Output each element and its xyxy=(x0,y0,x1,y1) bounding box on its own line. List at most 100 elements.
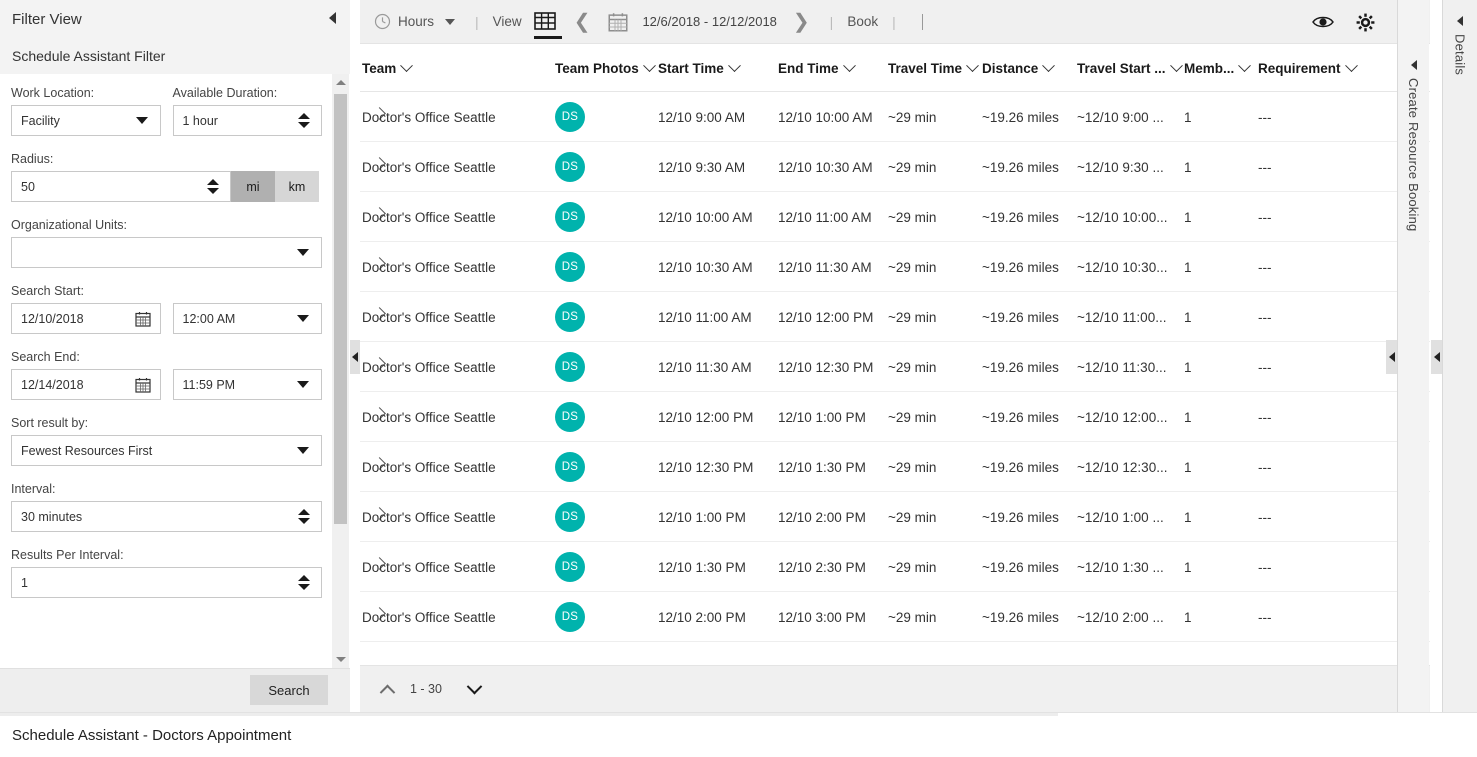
book-button[interactable]: Book xyxy=(843,0,882,44)
chevron-down-icon[interactable] xyxy=(1344,58,1358,72)
table-row[interactable]: Doctor's Office Seattle DS 12/10 11:30 AM 1… xyxy=(360,342,1430,392)
column-header-team[interactable]: Team xyxy=(362,44,414,92)
chevron-down-icon[interactable] xyxy=(966,58,979,72)
calendar-icon[interactable] xyxy=(134,311,151,327)
column-header-end-time[interactable]: End Time xyxy=(778,44,856,92)
chevron-down-icon[interactable] xyxy=(727,58,741,72)
search-end-date-input[interactable]: 12/14/2018 xyxy=(11,369,161,400)
chevron-left-icon[interactable] xyxy=(1410,60,1417,70)
avatar-initials: DS xyxy=(555,202,585,232)
chevron-down-icon xyxy=(297,315,309,322)
stepper-arrows-icon[interactable] xyxy=(298,575,310,590)
stepper-arrows-icon[interactable] xyxy=(298,113,310,128)
table-row[interactable]: Doctor's Office Seattle DS 12/10 12:30 PM 1… xyxy=(360,442,1430,492)
grid-toolbar: Hours | View ❮ 12/6/2018 - 12/12/2018 ❯ … xyxy=(360,0,1430,44)
grid-view-active-indicator xyxy=(533,35,562,39)
table-row[interactable]: Doctor's Office Seattle DS 12/10 12:00 PM 1… xyxy=(360,392,1430,442)
scrollbar-thumb[interactable] xyxy=(334,94,347,524)
column-header-distance[interactable]: Distance xyxy=(982,44,1056,92)
cell-travel-time: ~29 min xyxy=(888,159,937,175)
avatar-initials: DS xyxy=(555,452,585,482)
next-period-button[interactable]: ❯ xyxy=(783,12,820,32)
create-resource-booking-tab[interactable]: Create Resource Booking xyxy=(1397,0,1429,712)
interval-stepper[interactable]: 30 minutes xyxy=(11,501,322,532)
column-header-start-time[interactable]: Start Time xyxy=(658,44,741,92)
avatar: DS xyxy=(555,492,585,542)
cell-team: Doctor's Office Seattle xyxy=(362,309,496,325)
schedule-assistant-filter-label: Schedule Assistant Filter xyxy=(12,48,166,64)
sort-result-by-select[interactable]: Fewest Resources First xyxy=(11,435,322,466)
previous-page-button[interactable] xyxy=(372,674,402,704)
date-range-label[interactable]: 12/6/2018 - 12/12/2018 xyxy=(636,14,782,29)
filter-panel-footer: Search xyxy=(0,668,350,712)
schedule-results-panel: Hours | View ❮ 12/6/2018 - 12/12/2018 ❯ … xyxy=(360,0,1430,712)
available-duration-stepper[interactable]: 1 hour xyxy=(172,105,322,136)
chevron-down-icon[interactable] xyxy=(1169,58,1183,72)
results-per-interval-stepper[interactable]: 1 xyxy=(11,567,322,598)
chevron-down-icon[interactable] xyxy=(842,58,856,72)
schedule-assistant-app: Filter View Schedule Assistant Filter Wo… xyxy=(0,0,1477,757)
table-row[interactable]: Doctor's Office Seattle DS 12/10 11:00 AM 1… xyxy=(360,292,1430,342)
toolbar-separator: | xyxy=(892,13,896,30)
calendar-icon[interactable] xyxy=(134,377,151,393)
table-row[interactable]: Doctor's Office Seattle DS 12/10 1:30 PM 12… xyxy=(360,542,1430,592)
scroll-down-icon[interactable] xyxy=(332,651,349,668)
chevron-down-icon[interactable] xyxy=(400,58,414,72)
collapse-filter-panel-handle[interactable] xyxy=(350,340,360,374)
cell-distance: ~19.26 miles xyxy=(982,409,1059,425)
cell-distance: ~19.26 miles xyxy=(982,509,1059,525)
table-row[interactable]: Doctor's Office Seattle DS 12/10 2:00 PM 12… xyxy=(360,592,1430,642)
table-row[interactable]: Doctor's Office Seattle DS 12/10 10:30 AM 1… xyxy=(360,242,1430,292)
cell-distance: ~19.26 miles xyxy=(982,609,1059,625)
expand-details-handle[interactable] xyxy=(1431,340,1442,374)
unit-km-button[interactable]: km xyxy=(275,171,319,202)
table-row[interactable]: Doctor's Office Seattle DS 12/10 10:00 AM 1… xyxy=(360,192,1430,242)
cell-distance: ~19.26 miles xyxy=(982,359,1059,375)
next-page-button[interactable] xyxy=(460,674,490,704)
table-row[interactable]: Doctor's Office Seattle DS 12/10 9:00 AM 12… xyxy=(360,92,1430,142)
avatar-initials: DS xyxy=(555,302,585,332)
stepper-arrows-icon[interactable] xyxy=(298,509,310,524)
avatar-initials: DS xyxy=(555,352,585,382)
grid-header-row: Team Team Photos Start Time End Time Travel … xyxy=(360,44,1430,92)
view-label: View xyxy=(489,0,526,44)
expand-create-resource-booking-handle[interactable] xyxy=(1386,340,1397,374)
grid-pager: 1 - 30 xyxy=(360,665,1430,712)
column-header-travel-time[interactable]: Travel Time xyxy=(888,44,979,92)
collapse-filter-panel-icon[interactable] xyxy=(329,12,336,24)
table-row[interactable]: Doctor's Office Seattle DS 12/10 9:30 AM 12… xyxy=(360,142,1430,192)
details-tab[interactable]: Details xyxy=(1442,0,1477,712)
organizational-units-select[interactable] xyxy=(11,237,322,268)
unit-mi-button[interactable]: mi xyxy=(231,171,275,202)
chevron-down-icon[interactable] xyxy=(1238,58,1252,72)
sort-result-by-label: Sort result by: xyxy=(11,416,89,430)
previous-period-button[interactable]: ❮ xyxy=(564,12,601,32)
search-button[interactable]: Search xyxy=(250,675,328,705)
search-end-time-select[interactable]: 11:59 PM xyxy=(172,369,322,400)
filter-panel-scrollbar[interactable] xyxy=(332,74,349,668)
column-header-team-photos[interactable]: Team Photos xyxy=(555,44,656,92)
chevron-left-icon[interactable] xyxy=(1457,16,1463,26)
radius-input[interactable]: 50 xyxy=(11,171,231,202)
eye-icon[interactable] xyxy=(1312,14,1334,30)
avatar: DS xyxy=(555,92,585,142)
hours-dropdown[interactable]: Hours xyxy=(370,0,465,44)
chevron-down-icon[interactable] xyxy=(642,58,656,72)
search-start-time-select[interactable]: 12:00 AM xyxy=(172,303,322,334)
calendar-icon[interactable] xyxy=(608,12,628,32)
scroll-up-icon[interactable] xyxy=(332,74,349,91)
work-location-select[interactable]: Facility xyxy=(11,105,161,136)
column-header-travel-start[interactable]: Travel Start ... xyxy=(1077,44,1183,92)
search-start-date-input[interactable]: 12/10/2018 xyxy=(11,303,161,334)
radius-stepper-icon[interactable] xyxy=(207,179,219,194)
cell-distance: ~19.26 miles xyxy=(982,259,1059,275)
cell-team: Doctor's Office Seattle xyxy=(362,359,496,375)
chevron-down-icon[interactable] xyxy=(1042,58,1056,72)
table-row[interactable]: Doctor's Office Seattle DS 12/10 1:00 PM 12… xyxy=(360,492,1430,542)
column-header-requirement[interactable]: Requirement xyxy=(1258,44,1358,92)
cell-travel-time: ~29 min xyxy=(888,509,937,525)
grid-view-toggle[interactable] xyxy=(533,0,562,44)
gear-icon[interactable] xyxy=(1356,13,1375,32)
column-header-memb[interactable]: Memb... xyxy=(1184,44,1252,92)
grid-icon xyxy=(533,11,556,30)
